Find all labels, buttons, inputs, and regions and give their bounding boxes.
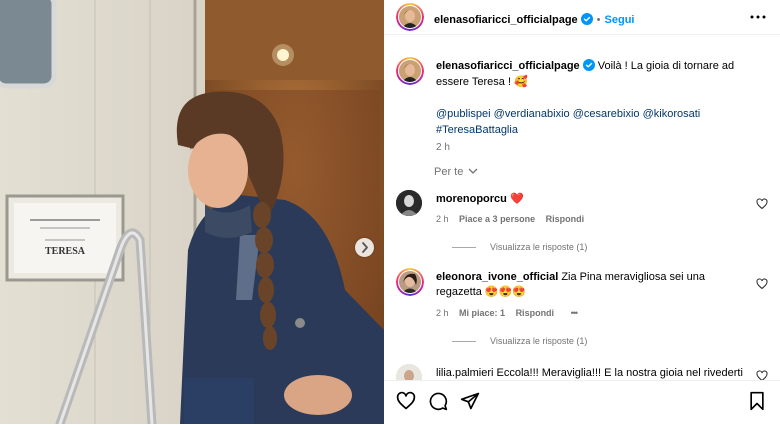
reply-button[interactable]: Rispondi [516, 308, 555, 318]
commenter-avatar[interactable] [396, 268, 424, 296]
comment-text: Eccola!!! Meraviglia!!! E la nostra gioi… [496, 367, 743, 379]
mention-link[interactable]: @kikorosati [643, 108, 701, 120]
commenter-username[interactable]: eleonora_ivone_official [436, 271, 558, 283]
mention-link[interactable]: @publispei [436, 108, 491, 120]
reply-button[interactable]: Rispondi [546, 214, 585, 224]
comment-text: ❤️ [509, 193, 524, 205]
post-side-panel: elenasofiaricci_officialpage • Segui elena… [384, 0, 780, 425]
comment-icon[interactable] [428, 391, 448, 411]
mention-link[interactable]: @verdianabixio [494, 108, 570, 120]
more-horizontal-icon [750, 15, 766, 19]
comment-time: 2 h [436, 308, 449, 318]
bookmark-icon[interactable] [748, 391, 766, 411]
photo-illustration [0, 0, 384, 424]
post-photo[interactable]: TERESA [0, 0, 384, 424]
view-replies-button[interactable]: Visualizza le risposte (1) [452, 242, 587, 252]
more-options-button[interactable] [750, 10, 766, 24]
carousel-next-button[interactable] [355, 238, 374, 257]
author-username[interactable]: elenasofiaricci_officialpage [434, 14, 578, 26]
commenter-username[interactable]: morenoporcu [436, 193, 507, 205]
verified-badge-icon [580, 13, 593, 25]
post-header: elenasofiaricci_officialpage • Segui [384, 0, 780, 35]
verified-badge-icon [582, 59, 595, 71]
comment-likes[interactable]: Mi piace: 1 [459, 308, 505, 318]
comment-item: morenoporcu ❤️ 2 h Piace a 3 persone Ris… [396, 190, 768, 252]
comment-more-button[interactable]: ••• [571, 308, 579, 318]
comment-item: lilia.palmieri Eccola!!! Meraviglia!!! E… [396, 364, 768, 380]
mention-link[interactable]: @cesarebixio [573, 108, 640, 120]
commenter-username[interactable]: lilia.palmieri [436, 367, 493, 379]
view-replies-button[interactable]: Visualizza le risposte (1) [452, 336, 587, 346]
commenter-avatar[interactable] [396, 190, 422, 216]
commenter-avatar[interactable] [396, 364, 422, 380]
view-replies-label: Visualizza le risposte (1) [490, 336, 588, 346]
follow-button[interactable]: Segui [605, 14, 635, 26]
post-action-bar [384, 380, 780, 425]
comment-like-icon[interactable] [756, 370, 768, 380]
hashtag-link[interactable]: #TeresaBattaglia [436, 124, 518, 136]
caption-username[interactable]: elenasofiaricci_officialpage [436, 60, 580, 72]
comment-likes[interactable]: Piace a 3 persone [459, 214, 535, 224]
caption-avatar[interactable] [396, 57, 424, 85]
comments-filter[interactable]: Per te [434, 166, 478, 178]
post-caption: elenasofiaricci_officialpage Voilà ! La … [436, 58, 766, 156]
comment-item: eleonora_ivone_official Zia Pina meravig… [396, 268, 768, 348]
send-icon[interactable] [460, 391, 480, 411]
view-replies-label: Visualizza le risposte (1) [490, 242, 588, 252]
separator-dot: • [596, 14, 601, 26]
comments-filter-label: Per te [434, 166, 464, 178]
chevron-down-icon [468, 168, 478, 174]
comment-time: 2 h [436, 214, 449, 224]
chevron-right-icon [362, 242, 368, 253]
author-avatar[interactable] [396, 3, 424, 31]
post-timestamp: 2 h [436, 142, 450, 153]
door-sign-text: TERESA [44, 246, 85, 257]
heart-icon[interactable] [396, 391, 416, 411]
comment-like-icon[interactable] [756, 278, 768, 290]
comment-like-icon[interactable] [756, 198, 768, 210]
